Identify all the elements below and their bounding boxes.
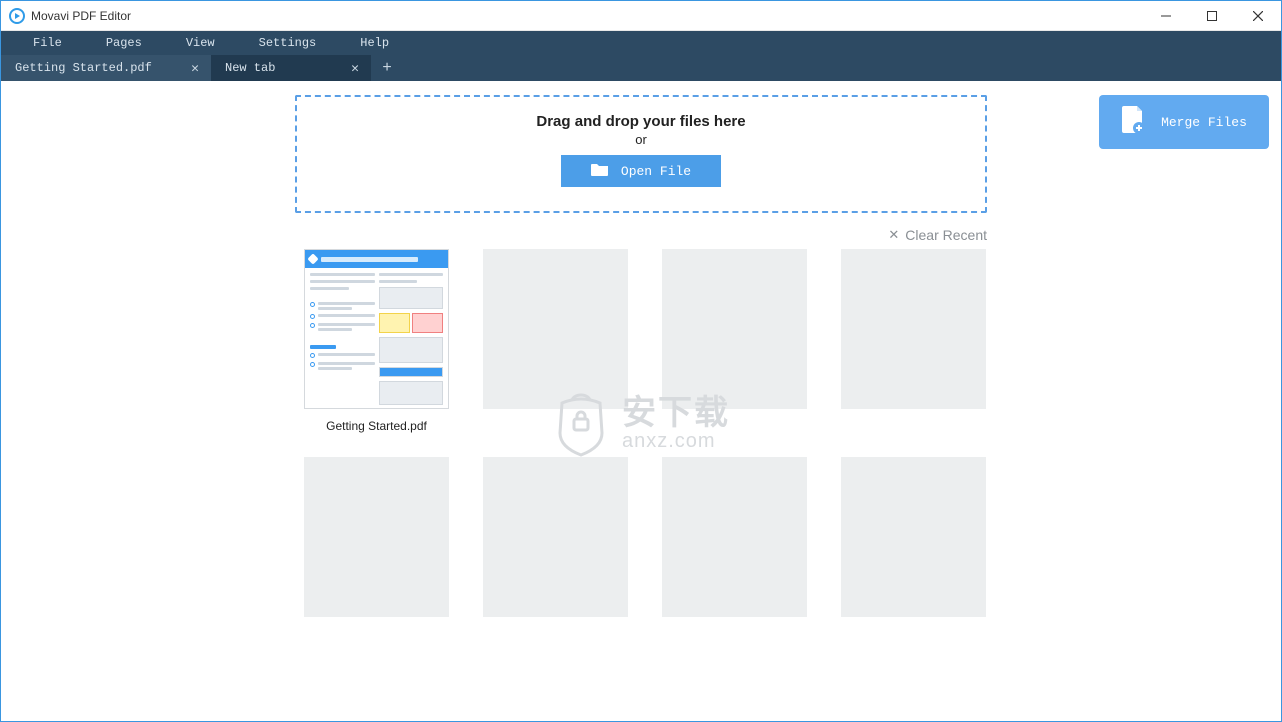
close-icon: ✕ (888, 227, 899, 243)
recent-thumbnail-empty (304, 457, 449, 617)
clear-recent-label: Clear Recent (905, 227, 987, 243)
recent-grid: Getting Started.pdf (282, 249, 1000, 617)
recent-item[interactable] (831, 457, 996, 617)
minimize-button[interactable] (1143, 1, 1189, 30)
merge-files-label: Merge Files (1161, 115, 1247, 130)
tab-new-tab[interactable]: New tab ✕ (211, 55, 371, 81)
clear-recent-button[interactable]: ✕ Clear Recent (295, 227, 987, 243)
maximize-button[interactable] (1189, 1, 1235, 30)
tab-getting-started[interactable]: Getting Started.pdf ✕ (1, 55, 211, 81)
merge-files-button[interactable]: Merge Files (1099, 95, 1269, 149)
recent-item[interactable] (652, 457, 817, 617)
open-file-button[interactable]: Open File (561, 155, 721, 187)
add-tab-button[interactable]: + (371, 55, 403, 81)
titlebar: Movavi PDF Editor (1, 1, 1281, 31)
menu-file[interactable]: File (11, 36, 84, 50)
window-title: Movavi PDF Editor (31, 9, 131, 23)
recent-thumbnail (304, 249, 449, 409)
menu-view[interactable]: View (164, 36, 237, 50)
recent-thumbnail-empty (841, 457, 986, 617)
menu-help[interactable]: Help (338, 36, 411, 50)
dropzone-or: or (635, 132, 647, 147)
tabbar: Getting Started.pdf ✕ New tab ✕ + (1, 55, 1281, 81)
recent-item[interactable]: Getting Started.pdf (294, 249, 459, 433)
tab-label: New tab (225, 61, 275, 75)
open-file-label: Open File (621, 164, 691, 179)
recent-item[interactable] (294, 457, 459, 617)
folder-icon (591, 162, 609, 180)
dropzone[interactable]: Drag and drop your files here or Open Fi… (295, 95, 987, 213)
recent-thumbnail-empty (662, 457, 807, 617)
merge-files-icon (1121, 106, 1145, 138)
recent-item[interactable] (473, 249, 638, 433)
close-icon[interactable]: ✕ (351, 61, 361, 76)
menu-pages[interactable]: Pages (84, 36, 164, 50)
recent-item[interactable] (473, 457, 638, 617)
window-controls (1143, 1, 1281, 30)
close-button[interactable] (1235, 1, 1281, 30)
menu-settings[interactable]: Settings (237, 36, 339, 50)
app-logo-icon (9, 8, 25, 24)
recent-item-label: Getting Started.pdf (326, 419, 427, 433)
recent-thumbnail-empty (483, 457, 628, 617)
recent-thumbnail-empty (662, 249, 807, 409)
recent-thumbnail-empty (483, 249, 628, 409)
recent-item[interactable] (831, 249, 996, 433)
close-icon[interactable]: ✕ (191, 61, 201, 76)
recent-thumbnail-empty (841, 249, 986, 409)
content-area: Drag and drop your files here or Open Fi… (1, 81, 1281, 721)
menubar: File Pages View Settings Help (1, 31, 1281, 55)
tab-label: Getting Started.pdf (15, 61, 152, 75)
dropzone-headline: Drag and drop your files here (536, 113, 745, 130)
recent-item[interactable] (652, 249, 817, 433)
